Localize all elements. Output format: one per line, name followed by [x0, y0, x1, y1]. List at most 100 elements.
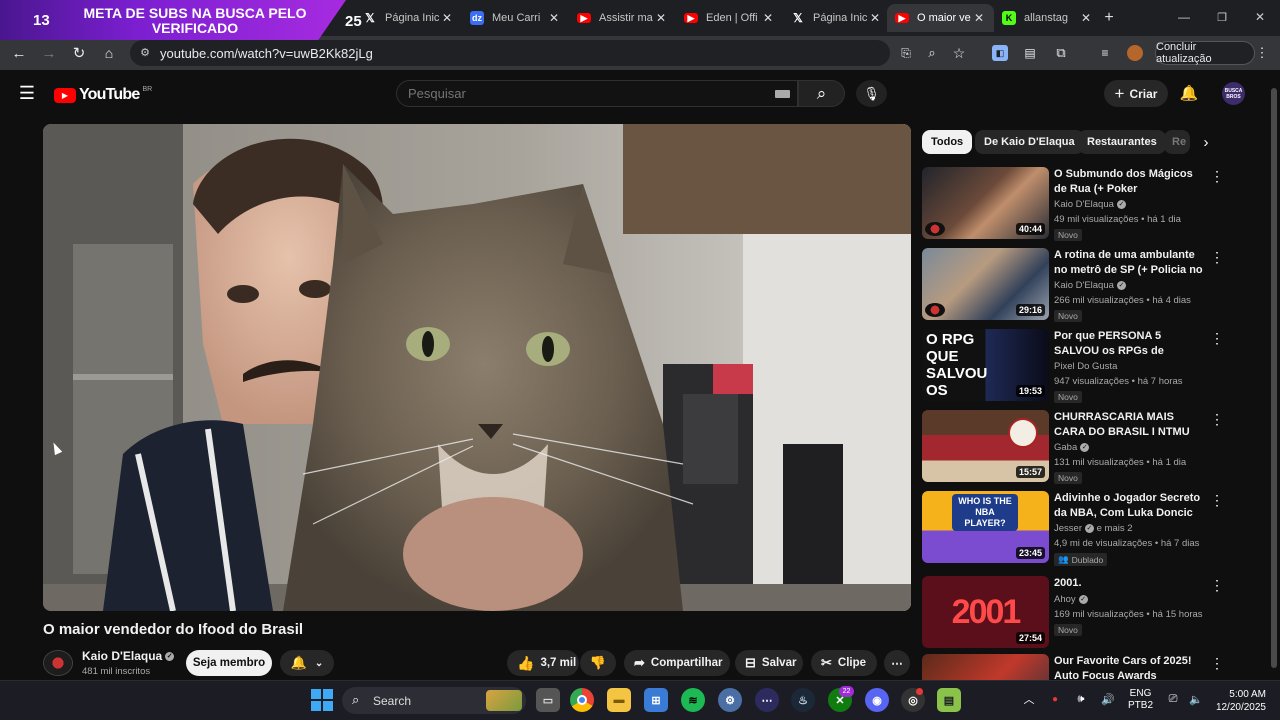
video-thumbnail[interactable]: O RPG QUE SALVOU OS RPGS 19:53 — [922, 329, 1049, 401]
scrollbar-thumb[interactable] — [1271, 88, 1277, 668]
close-icon[interactable]: ✕ — [761, 11, 775, 25]
close-icon[interactable]: ✕ — [547, 11, 561, 25]
more-options-icon[interactable]: ⋮ — [1210, 249, 1224, 265]
join-button[interactable]: Seja membro — [186, 650, 272, 676]
volume-tray-icon[interactable]: 🔈 — [1189, 692, 1203, 706]
taskbar-search[interactable]: ⌕ Search — [342, 687, 526, 714]
recommendation-item[interactable]: Our Favorite Cars of 2025! Auto Focus Aw… — [922, 654, 1262, 680]
search-input[interactable] — [396, 80, 798, 107]
recommendation-title[interactable]: CHURRASCARIA MAIS CARA DO BRASIL I NTMU … — [1054, 410, 1208, 440]
clock[interactable]: 5:00 AM 12/20/2025 — [1210, 688, 1266, 714]
tab-kick[interactable]: K allanstag ✕ — [994, 4, 1101, 32]
language-indicator[interactable]: ENG PTB2 — [1128, 688, 1153, 712]
youtube-logo[interactable]: ▶ YouTube BR — [54, 84, 154, 106]
app-grid-icon[interactable]: ⋯ — [755, 688, 779, 712]
tab-youtube-assistir[interactable]: ▶ Assistir ma ✕ — [569, 4, 676, 32]
recommendation-title[interactable]: O Submundo dos Mágicos de Rua (+ Poker U… — [1054, 167, 1208, 197]
share-button[interactable]: ➦ Compartilhar — [624, 650, 730, 676]
spotify-icon[interactable]: ≋ — [681, 688, 705, 712]
settings-gear-icon[interactable]: ⚙ — [718, 688, 742, 712]
puzzle-icon[interactable]: ⧉ — [1053, 45, 1069, 61]
tab-youtube-eden[interactable]: ▶ Eden | Offi ✕ — [676, 4, 783, 32]
video-thumbnail[interactable]: 40:44 — [922, 167, 1049, 239]
close-icon[interactable]: ✕ — [1079, 11, 1093, 25]
steam-icon[interactable]: ♨ — [791, 688, 815, 712]
more-options-icon[interactable]: ⋮ — [1210, 492, 1224, 508]
clip-button[interactable]: ✂ Clipe — [811, 650, 877, 676]
extension-2-icon[interactable]: ▤ — [1022, 45, 1038, 61]
recommendation-channel[interactable]: Kaio D'Elaqua ✓ — [1054, 280, 1126, 291]
recommendation-item[interactable]: 15:57 CHURRASCARIA MAIS CARA DO BRASIL I… — [922, 410, 1262, 484]
recommendation-title[interactable]: Adivinhe o Jogador Secreto da NBA, Com L… — [1054, 491, 1208, 521]
more-options-icon[interactable]: ⋮ — [1210, 577, 1224, 593]
recommendation-channel[interactable]: Ahoy ✓ — [1054, 594, 1088, 605]
more-actions-button[interactable]: ⋯ — [884, 650, 910, 676]
tab-x-2[interactable]: 𝕏 Página Inic ✕ — [783, 4, 890, 32]
channel-name[interactable]: Kaio D'Elaqua ✓ — [82, 649, 175, 663]
recommendation-channel[interactable]: Pixel Do Gusta — [1054, 361, 1117, 372]
recommendation-title[interactable]: 2001. — [1054, 576, 1208, 591]
window-close-icon[interactable]: ✕ — [1252, 9, 1268, 25]
tray-overflow-icon[interactable]: ︿ — [1022, 692, 1036, 706]
more-options-icon[interactable]: ⋮ — [1210, 168, 1224, 184]
speaker-tray-icon[interactable]: 🕪 — [1073, 692, 1089, 706]
update-button[interactable]: Concluir atualização — [1155, 41, 1255, 65]
extension-icon[interactable]: ◧ — [992, 45, 1008, 61]
media-control-icon[interactable]: ≡ — [1097, 45, 1113, 61]
more-options-icon[interactable]: ⋮ — [1210, 330, 1224, 346]
video-player[interactable] — [43, 124, 911, 611]
notes-app-icon[interactable]: ▤ — [937, 688, 961, 712]
chrome-icon[interactable] — [570, 688, 594, 712]
security-tray-icon[interactable]: ● — [1047, 692, 1063, 706]
recommendation-item[interactable]: O RPG QUE SALVOU OS RPGS 19:53 Por que P… — [922, 329, 1262, 403]
new-tab-icon[interactable]: + — [1100, 9, 1118, 27]
create-button[interactable]: + Criar — [1104, 80, 1168, 107]
windows-start-icon[interactable] — [311, 689, 333, 711]
channel-avatar[interactable] — [43, 650, 73, 676]
discord-icon[interactable]: ◉ — [865, 688, 889, 712]
bookmark-star-icon[interactable]: ☆ — [951, 45, 967, 61]
minimize-icon[interactable]: — — [1176, 9, 1192, 25]
recommendation-title[interactable]: Por que PERSONA 5 SALVOU os RPGs de TURN… — [1054, 329, 1208, 359]
recommendation-item[interactable]: 2001 27:54 2001. Ahoy ✓ 169 mil visualiza… — [922, 576, 1262, 650]
volume-icon[interactable]: 🔊 — [1100, 692, 1116, 706]
search-button[interactable]: ⌕ — [798, 80, 845, 107]
close-icon[interactable]: ✕ — [440, 11, 454, 25]
recommendation-channel[interactable]: Gaba ✓ — [1054, 442, 1090, 453]
video-thumbnail[interactable] — [922, 654, 1049, 680]
maximize-icon[interactable]: ❐ — [1214, 9, 1230, 25]
network-icon[interactable]: ⎚ — [1166, 692, 1180, 706]
more-options-icon[interactable]: ⋮ — [1210, 655, 1224, 671]
chevron-right-icon[interactable]: › — [1196, 132, 1216, 152]
recommendation-title[interactable]: A rotina de uma ambulante no metrô de SP… — [1054, 248, 1208, 278]
profile-avatar[interactable] — [1127, 45, 1143, 61]
chip-todos[interactable]: Todos — [922, 130, 973, 154]
cast-icon[interactable]: ⎘ — [898, 45, 914, 61]
reload-icon[interactable]: ↻ — [70, 44, 88, 62]
chip-restaurantes[interactable]: Restaurantes — [1078, 130, 1166, 154]
forward-icon[interactable]: → — [40, 44, 58, 62]
recommendation-channel[interactable]: Jesser ✓ e mais 2 — [1054, 523, 1133, 534]
tab-deezer[interactable]: dz Meu Carri ✕ — [462, 4, 569, 32]
recommendation-item[interactable]: 40:44 O Submundo dos Mágicos de Rua (+ P… — [922, 167, 1262, 241]
home-icon[interactable]: ⌂ — [100, 44, 118, 62]
chip-partial[interactable]: Re — [1164, 130, 1190, 154]
task-view-icon[interactable]: ▭ — [536, 688, 560, 712]
file-explorer-icon[interactable]: ▬ — [607, 688, 631, 712]
dislike-button[interactable]: 👎 — [580, 650, 616, 676]
recommendation-title[interactable]: Our Favorite Cars of 2025! Auto Focus Aw… — [1054, 654, 1208, 680]
tab-x-1[interactable]: 𝕏 Página Inic ✕ — [355, 4, 462, 32]
chip-channel[interactable]: De Kaio D'Elaqua — [975, 130, 1084, 154]
video-thumbnail[interactable]: 2001 27:54 — [922, 576, 1049, 648]
video-thumbnail[interactable]: WHO IS THE NBA PLAYER? 23:45 — [922, 491, 1049, 563]
keyboard-icon[interactable] — [775, 90, 790, 98]
close-icon[interactable]: ✕ — [972, 11, 986, 25]
back-icon[interactable]: ← — [10, 44, 28, 62]
close-icon[interactable]: ✕ — [654, 11, 668, 25]
like-button[interactable]: 👍 3,7 mil — [507, 650, 579, 676]
voice-search-button[interactable]: 🎙 — [856, 80, 887, 107]
account-avatar[interactable]: BUSCA BROS — [1222, 82, 1245, 105]
more-options-icon[interactable]: ⋮ — [1210, 411, 1224, 427]
save-button[interactable]: ⊟ Salvar — [735, 650, 803, 676]
browser-menu-icon[interactable]: ⋮ — [1256, 45, 1269, 61]
